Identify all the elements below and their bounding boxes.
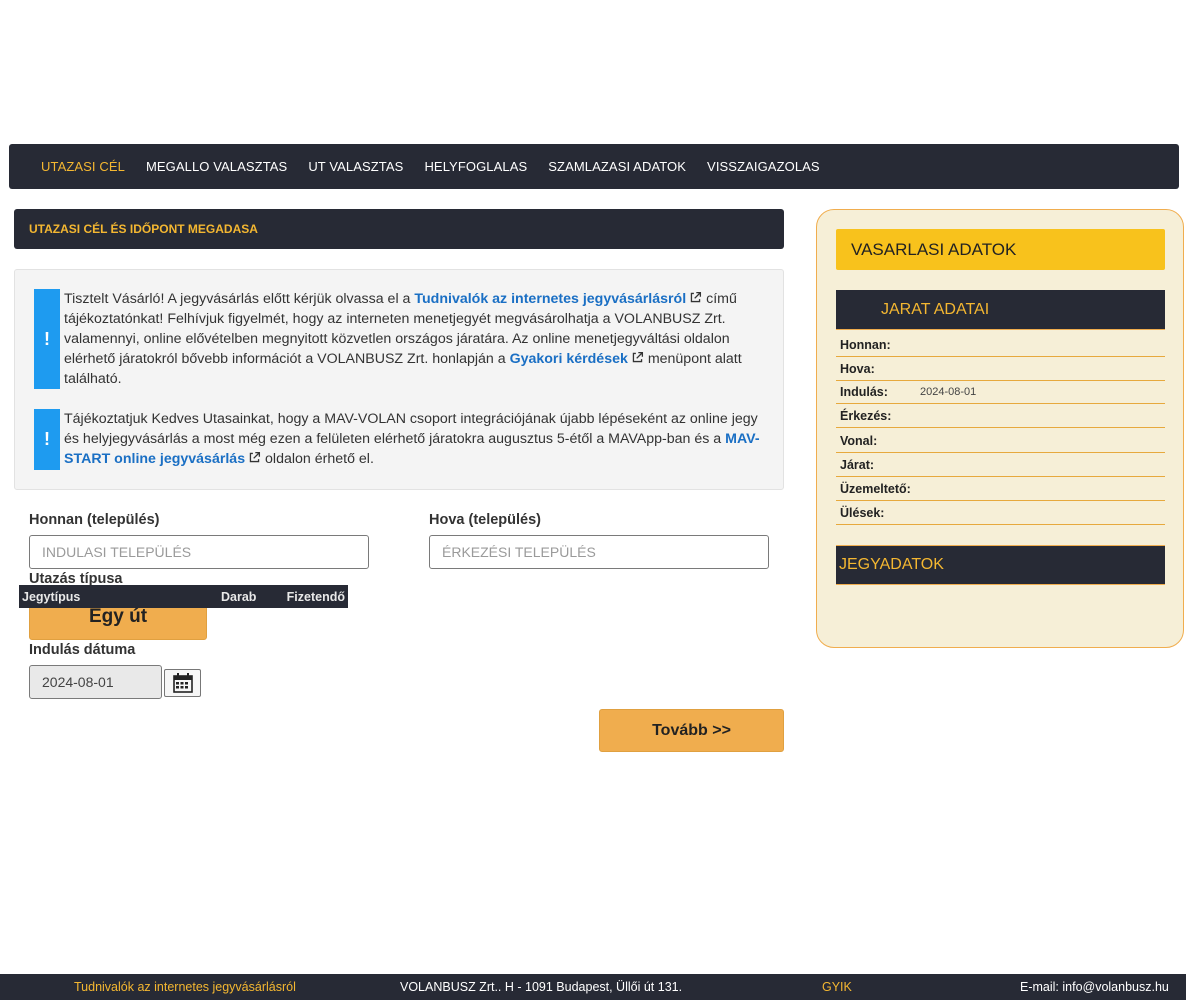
row-key: Vonal: [840,433,878,448]
section-title: UTAZASI CÉL ÉS IDŐPONT MEGADASA [14,209,784,249]
purchase-info-link[interactable]: Tudnivalók az internetes jegyvásárlásról [414,291,686,307]
nav-step-seat-reservation[interactable]: HELYFOGLALAS [424,159,527,174]
notice-text: Tisztelt Vásárló! A jegyvásárlás előtt k… [64,289,764,389]
row-value: 2024-08-01 [920,385,977,398]
footer-faq-link[interactable]: GYIK [822,980,852,994]
calendar-icon [172,673,193,693]
from-label: Honnan (település) [29,512,160,528]
nav-step-route-selection[interactable]: UT VALASZTAS [308,159,403,174]
purchase-summary-title: VASARLASI ADATOK [836,229,1165,270]
faq-link[interactable]: Gyakori kérdések [510,351,628,367]
to-label: Hova (település) [429,512,541,528]
row-key: Üzemeltető: [840,481,911,496]
purchase-info-link-label: Tudnivalók az internetes jegyvásárlásról [414,291,687,307]
external-link-icon [249,451,261,463]
page: UTAZASI CÉL MEGALLO VALASZTAS UT VALASZT… [0,0,1200,1000]
from-input[interactable]: INDULASI TELEPÜLÉS [29,535,369,569]
calendar-button[interactable] [164,669,201,697]
to-placeholder: ÉRKEZÉSI TELEPÜLÉS [442,544,596,560]
journey-row-from: Honnan: [836,333,1165,357]
exclamation-icon: ! [34,409,60,470]
notice-purchase-info: ! Tisztelt Vásárló! A jegyvásárlás előtt… [34,289,764,389]
row-key: Honnan: [840,337,891,352]
journey-row-departure: Indulás: 2024-08-01 [836,380,1165,404]
ticket-col-payable: Fizetendő [286,589,345,604]
ticket-table-header: Jegytípus Darab Fizetendő [19,585,348,608]
exclamation-icon: ! [34,289,60,389]
footer-email[interactable]: E-mail: info@volanbusz.hu [1020,980,1169,994]
footer-address: VOLANBUSZ Zrt.. H - 1091 Budapest, Üllői… [400,980,683,994]
journey-row-seats: Ülések: [836,501,1165,525]
departure-date-input[interactable]: 2024-08-01 [29,665,162,699]
journey-row-service: Járat: [836,453,1165,477]
row-key: Ülések: [840,505,885,520]
from-placeholder: INDULASI TELEPÜLÉS [42,544,192,560]
purchase-summary-panel: VASARLASI ADATOK JARAT ADATAI Honnan: Ho… [816,209,1184,648]
nav-step-billing[interactable]: SZAMLAZASI ADATOK [548,159,686,174]
info-box: ! Tisztelt Vásárló! A jegyvásárlás előtt… [14,269,784,490]
journey-row-arrival: Érkezés: [836,404,1165,428]
journey-row-to: Hova: [836,357,1165,381]
to-input[interactable]: ÉRKEZÉSI TELEPÜLÉS [429,535,769,569]
row-key: Indulás: [840,384,888,399]
journey-row-line: Vonal: [836,429,1165,453]
departure-date-value: 2024-08-01 [42,674,114,690]
journey-details-title: JARAT ADATAI [836,290,1165,330]
notice-text-part: Tájékoztatjuk Kedves Utasainkat, hogy a … [64,411,758,447]
nav-step-stop-selection[interactable]: MEGALLO VALASZTAS [146,159,287,174]
ticket-col-count: Darab [221,589,257,604]
notice-text-part: oldalon érhető el. [261,451,374,467]
footer: Tudnivalók az internetes jegyvásárlásról… [0,974,1186,1000]
next-button[interactable]: Tovább >> [599,709,784,752]
footer-purchase-info-link[interactable]: Tudnivalók az internetes jegyvásárlásról [74,980,296,994]
step-navigation: UTAZASI CÉL MEGALLO VALASZTAS UT VALASZT… [9,144,1179,189]
row-key: Hova: [840,361,875,376]
row-key: Érkezés: [840,408,892,423]
notice-integration: ! Tájékoztatjuk Kedves Utasainkat, hogy … [34,409,764,470]
ticket-col-type: Jegytípus [22,589,81,604]
notice-text: Tájékoztatjuk Kedves Utasainkat, hogy a … [64,409,764,470]
date-label: Indulás dátuma [29,642,136,658]
journey-row-operator: Üzemeltető: [836,477,1165,501]
notice-text-part: Tisztelt Vásárló! A jegyvásárlás előtt k… [64,291,415,307]
nav-step-destination[interactable]: UTAZASI CÉL [41,159,125,174]
external-link-icon [690,291,702,303]
ticket-details-title: JEGYADATOK [836,545,1165,585]
faq-link-label: Gyakori kérdések [509,351,628,367]
row-key: Járat: [840,457,875,472]
nav-step-confirmation[interactable]: VISSZAIGAZOLAS [707,159,820,174]
external-link-icon [632,351,643,363]
